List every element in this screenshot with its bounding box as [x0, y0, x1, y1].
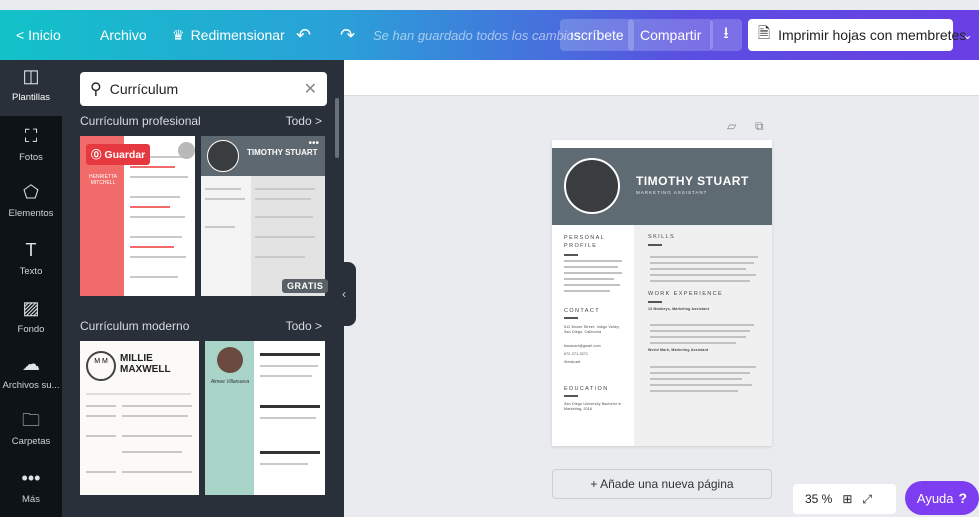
file-menu-button[interactable]: Archivo — [100, 10, 147, 60]
chevron-left-icon: ‹ — [342, 287, 346, 301]
contact-email: timstuart@gmail.com — [564, 344, 601, 348]
monogram: M M — [86, 351, 116, 381]
image-icon: ⛶ — [24, 126, 38, 146]
see-all-profesional[interactable]: Todo > — [286, 114, 322, 128]
rail-label: Fotos — [19, 152, 43, 163]
undo-icon[interactable]: ↶ — [296, 10, 311, 60]
rail-label: Plantillas — [11, 92, 51, 103]
section-heading: CONTACT — [564, 308, 600, 314]
print-label: Imprimir hojas con membretes — [778, 27, 967, 43]
upload-cloud-icon: ☁ — [22, 354, 40, 374]
template-thumbnail[interactable]: M M MILLIE MAXWELL — [80, 341, 199, 495]
rail-label: Elementos — [8, 208, 54, 219]
help-button[interactable]: Ayuda ? — [905, 481, 979, 515]
more-dots-icon: ••• — [21, 468, 41, 488]
canvas-toolbar — [344, 60, 979, 96]
text-icon: T — [25, 240, 37, 260]
resume-page[interactable]: TIMOTHY STUART MARKETING ASSISTANT PERSO… — [552, 140, 772, 446]
section-title-profesional: Currículum profesional — [80, 114, 201, 128]
rail-label: Archivos su... — [2, 380, 60, 391]
thumb-name: TIMOTHY STUART — [247, 148, 318, 157]
question-icon: ? — [958, 490, 968, 506]
page-name: TIMOTHY STUART — [636, 174, 749, 188]
download-button[interactable]: ⭳ — [710, 19, 742, 51]
page-role: MARKETING ASSISTANT — [636, 190, 708, 195]
panel-scrollbar[interactable] — [335, 98, 339, 158]
thumb-name: HENRIETTA MITCHELL — [89, 174, 117, 186]
rail-label: Texto — [19, 266, 43, 277]
search-icon: ⚲ — [90, 81, 102, 98]
collapse-panel-button[interactable]: ‹ — [332, 262, 356, 326]
shapes-icon: ⬠ — [23, 182, 39, 202]
redo-icon[interactable]: ↷ — [340, 10, 355, 60]
contact-social: /timstuart — [564, 360, 581, 364]
layout-icon: ◫ — [22, 66, 40, 86]
rail-label: Más — [22, 494, 40, 505]
contact-address: 512 Moore Street, Indigo Valley, San Die… — [564, 325, 620, 334]
template-thumbnail[interactable]: Aimee Villanueva — [205, 341, 325, 495]
top-bar: < Inicio Archivo ♛ Redimensionar ↶ ↷ Se … — [0, 10, 979, 60]
print-button[interactable]: 🗎 Imprimir hojas con membretes — [748, 19, 966, 51]
save-label: Guardar — [104, 149, 146, 161]
save-status: Se han guardado todos los cambios — [373, 27, 581, 43]
avatar — [564, 158, 620, 214]
avatar — [207, 140, 239, 172]
more-options-icon[interactable] — [178, 142, 195, 159]
section-title-moderno: Currículum moderno — [80, 319, 190, 333]
rail-item-archivos[interactable]: ☁ Archivos su... — [0, 348, 62, 404]
help-label: Ayuda — [916, 490, 954, 506]
rail-item-plantillas[interactable]: ◫ Plantillas — [0, 60, 62, 116]
free-badge: GRATIS — [282, 279, 329, 293]
section-heading: WORK EXPERIENCE — [648, 291, 724, 297]
education-text: San Diego University Bachelor in Marketi… — [564, 402, 622, 411]
rail-item-mas[interactable]: ••• Más — [0, 462, 62, 517]
zoom-level[interactable]: 35 % — [805, 492, 832, 506]
rail-label: Fondo — [17, 324, 45, 335]
rail-item-elementos[interactable]: ⬠ Elementos — [0, 176, 62, 232]
section-heading: PERSONAL PROFILE — [564, 235, 605, 249]
template-thumbnail[interactable]: TIMOTHY STUART ••• — [201, 136, 325, 296]
add-page-button[interactable]: + Añade una nueva página — [552, 469, 772, 499]
thumb-name: Aimee Villanueva — [210, 379, 250, 385]
rail-item-texto[interactable]: T Texto — [0, 234, 62, 290]
note-icon[interactable]: ▱ — [727, 119, 736, 133]
chevron-down-icon[interactable]: ⌄ — [956, 10, 979, 60]
experience-company: 13 Monkeys, Marketing Assistant — [648, 307, 710, 311]
home-button[interactable]: < Inicio — [16, 10, 61, 60]
resize-label: Redimensionar — [190, 27, 285, 43]
share-button[interactable]: Compartir — [628, 19, 714, 51]
document-icon: 🗎 — [758, 24, 771, 42]
contact-phone: 672-371-3271 — [564, 352, 589, 356]
rail-item-carpetas[interactable]: 🗀 Carpetas — [0, 404, 62, 460]
download-icon: ⭳ — [723, 24, 729, 42]
duplicate-icon[interactable]: ⧉ — [755, 119, 764, 134]
section-heading: EDUCATION — [564, 386, 609, 392]
search-input[interactable]: ⚲ Currículum ✕ — [80, 72, 327, 106]
section-heading: SKILLS — [648, 234, 676, 240]
save-button[interactable]: ⓪ Guardar — [86, 144, 151, 165]
folder-icon: 🗀 — [22, 410, 40, 430]
rail-label: Carpetas — [11, 436, 51, 447]
resize-button[interactable]: ♛ Redimensionar — [172, 10, 285, 60]
rail-item-fondo[interactable]: ▨ Fondo — [0, 292, 62, 348]
more-dots-icon[interactable]: ••• — [308, 138, 319, 149]
expand-icon[interactable]: ⤢ — [862, 492, 872, 507]
zoom-control[interactable]: 35 % ⊞ ⤢ — [793, 484, 896, 514]
thumb-name: MILLIE MAXWELL — [120, 353, 171, 375]
grid-icon[interactable]: ⊞ — [842, 492, 852, 506]
hatch-icon: ▨ — [22, 298, 40, 318]
side-rail: ◫ Plantillas ⛶ Fotos ⬠ Elementos T Texto… — [0, 60, 62, 517]
crown-icon: ♛ — [172, 26, 185, 43]
experience-company: World Mark, Marketing Assistant — [648, 348, 709, 352]
pin-icon: ⓪ — [91, 149, 102, 161]
rail-item-fotos[interactable]: ⛶ Fotos — [0, 120, 62, 176]
subscribe-button[interactable]: ıscríbete — [560, 19, 634, 51]
close-icon[interactable]: ✕ — [304, 79, 317, 99]
search-value: Currículum — [109, 81, 179, 97]
see-all-moderno[interactable]: Todo > — [286, 319, 322, 333]
avatar — [217, 347, 243, 373]
